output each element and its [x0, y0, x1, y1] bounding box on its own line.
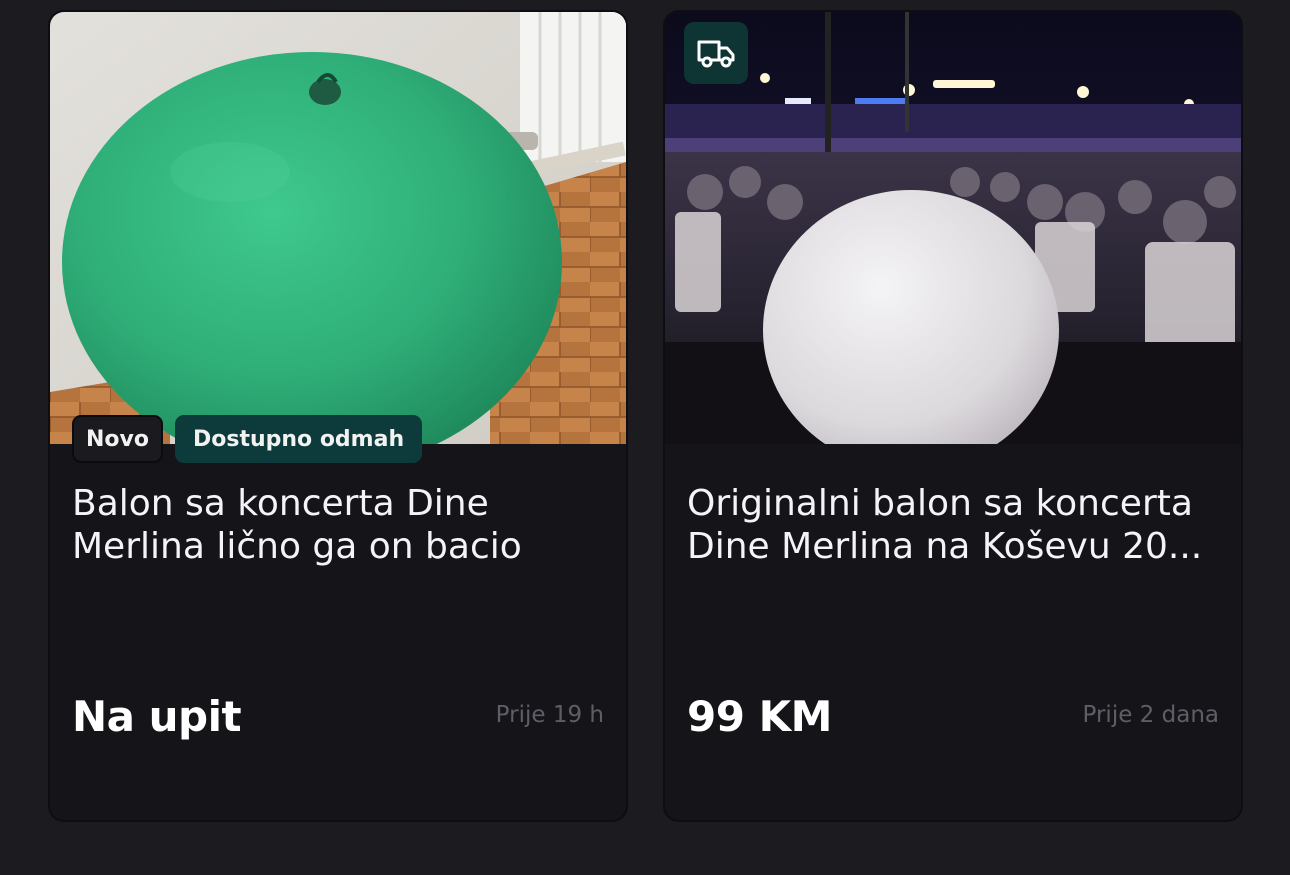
concert-balloon-photo — [665, 12, 1241, 444]
availability-badge: Dostupno odmah — [174, 415, 423, 463]
listing-time: Prije 19 h — [495, 702, 604, 728]
delivery-badge — [684, 22, 748, 84]
listing-grid: Novo Dostupno odmah Balon sa koncerta Di… — [0, 0, 1290, 875]
badge-group: Novo Dostupno odmah — [72, 415, 423, 463]
listing-time: Prije 2 dana — [1082, 702, 1219, 728]
listing-title[interactable]: Balon sa koncerta Dine Merlina lično ga … — [72, 482, 602, 568]
green-balloon-photo — [50, 12, 626, 444]
condition-badge: Novo — [72, 415, 163, 463]
truck-icon — [697, 40, 735, 68]
listing-price: 99 KM — [687, 692, 832, 741]
listing-price: Na upit — [72, 692, 242, 741]
listing-card[interactable]: Originalni balon sa koncerta Dine Merlin… — [665, 12, 1241, 820]
listing-title[interactable]: Originalni balon sa koncerta Dine Merlin… — [687, 482, 1217, 568]
listing-card[interactable]: Novo Dostupno odmah Balon sa koncerta Di… — [50, 12, 626, 820]
listing-photo[interactable] — [50, 12, 626, 444]
listing-photo[interactable] — [665, 12, 1241, 444]
